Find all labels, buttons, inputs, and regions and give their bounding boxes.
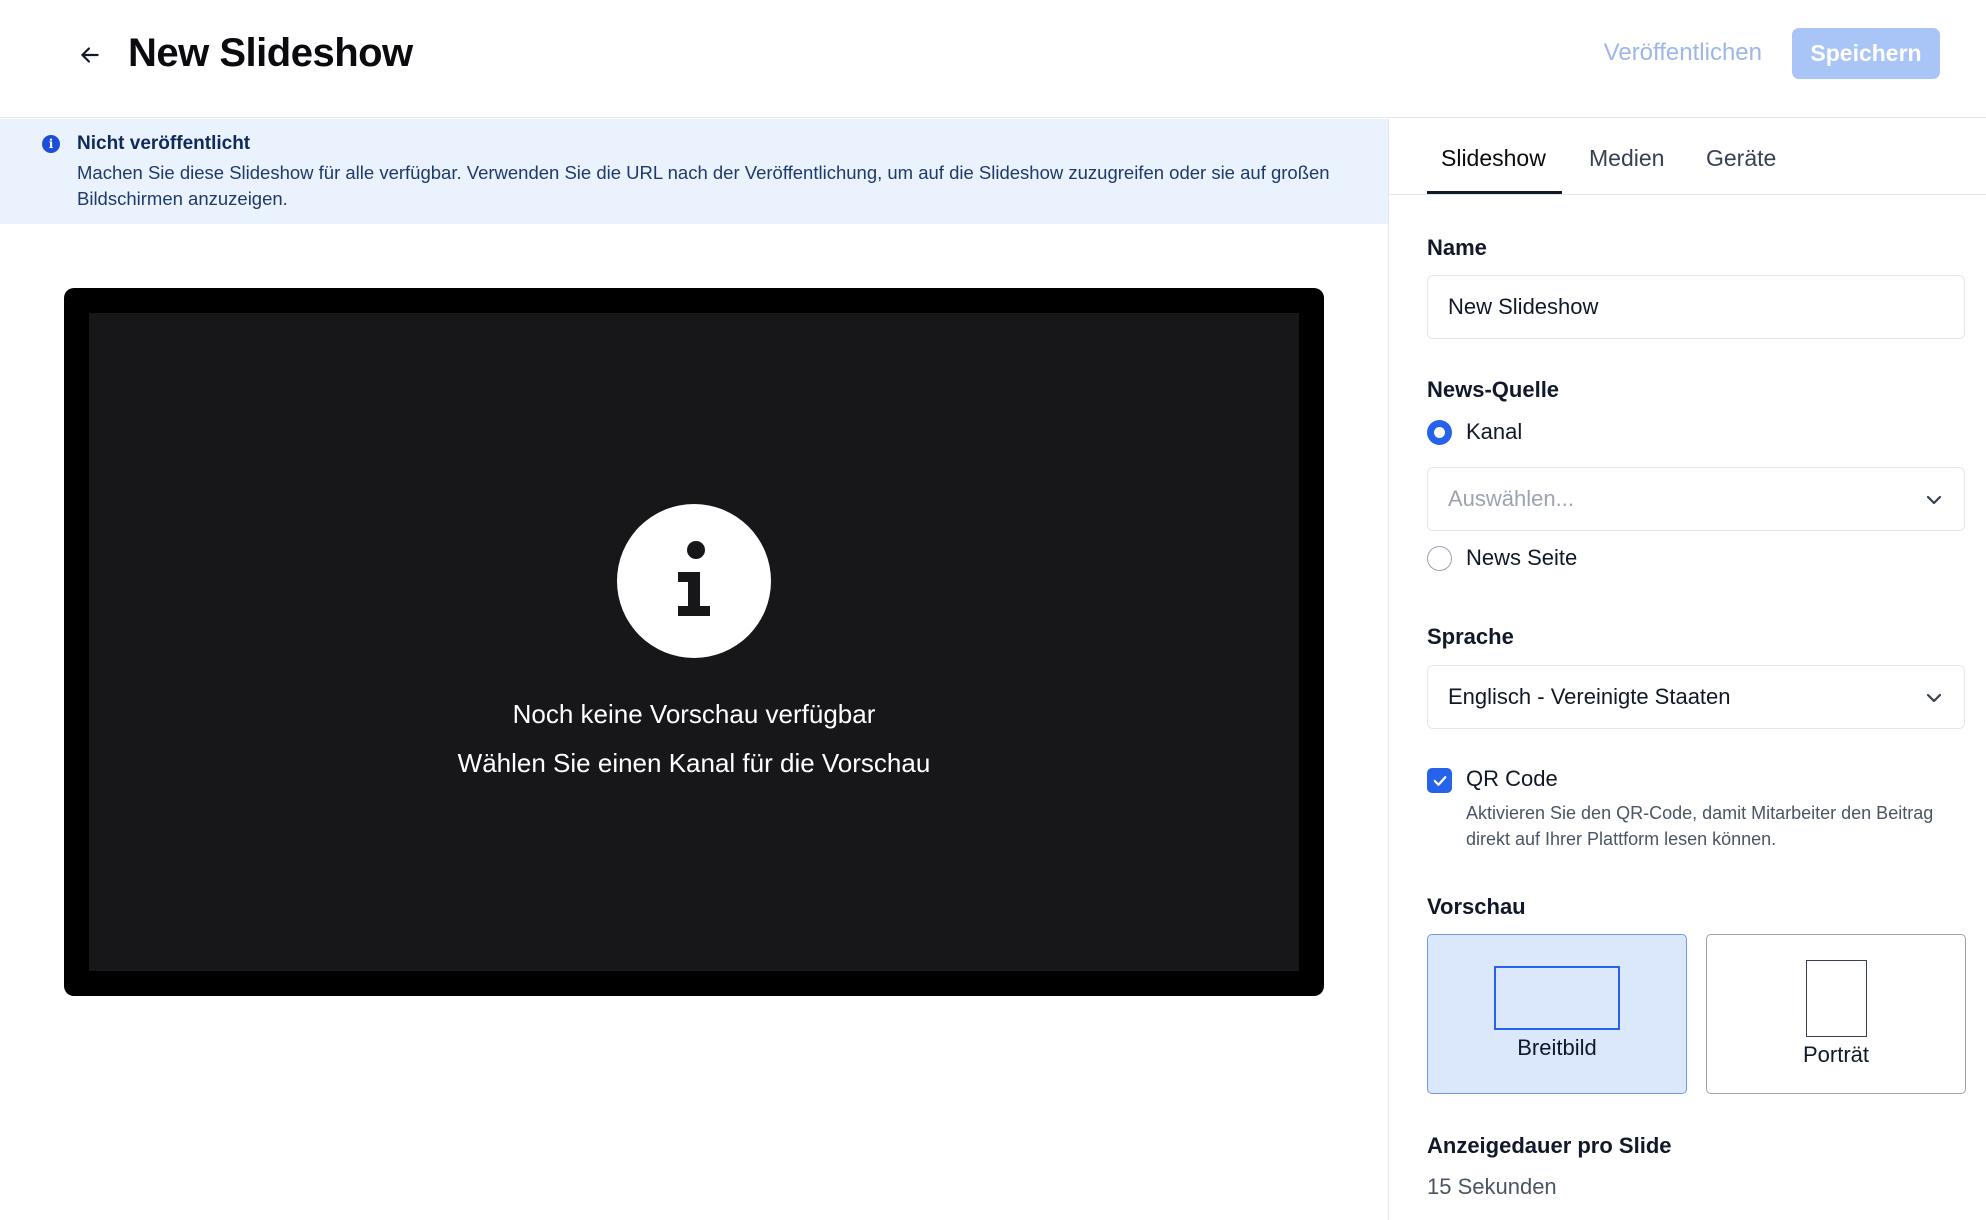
preview-info-icon	[617, 504, 771, 658]
top-bar: New Slideshow Veröffentlichen Speichern	[0, 0, 1986, 118]
preview-empty-hint: Wählen Sie einen Kanal für die Vorschau	[457, 748, 931, 778]
news-source-label: News-Quelle	[1427, 377, 1560, 402]
tab-slideshow[interactable]: Slideshow	[1441, 141, 1546, 175]
tab-devices[interactable]: Geräte	[1706, 141, 1776, 175]
unpublished-notice: i Nicht veröffentlicht Machen Sie diese …	[0, 119, 1388, 224]
arrow-left-icon	[81, 47, 99, 63]
notice-title: Nicht veröffentlicht	[77, 133, 251, 154]
slide-duration-label: Anzeigedauer pro Slide	[1427, 1133, 1672, 1158]
name-input[interactable]: New Slideshow	[1427, 275, 1965, 339]
publish-button[interactable]: Veröffentlichen	[1604, 36, 1762, 70]
radio-channel-label: Kanal	[1466, 419, 1523, 444]
qr-code-label: QR Code	[1466, 766, 1558, 791]
slide-duration-value[interactable]: 15 Sekunden	[1427, 1172, 1557, 1202]
preview-screen: Noch keine Vorschau verfügbar Wählen Sie…	[89, 313, 1299, 971]
main-content: i Nicht veröffentlicht Machen Sie diese …	[0, 119, 1388, 1220]
preview-empty-title: Noch keine Vorschau verfügbar	[512, 699, 876, 729]
chevron-down-icon	[1926, 495, 1942, 505]
radio-news-page[interactable]	[1427, 546, 1452, 571]
slideshow-preview: Noch keine Vorschau verfügbar Wählen Sie…	[64, 288, 1324, 996]
layout-portrait-option[interactable]: Porträt	[1706, 934, 1966, 1094]
layout-widescreen-option[interactable]: Breitbild	[1427, 934, 1687, 1094]
checkmark-icon	[1433, 775, 1446, 786]
widescreen-icon	[1494, 966, 1620, 1030]
active-tab-indicator	[1427, 191, 1562, 194]
layout-widescreen-label: Breitbild	[1517, 1035, 1597, 1060]
channel-select[interactable]: Auswählen...	[1427, 467, 1965, 531]
notice-body: Machen Sie diese Slideshow für alle verf…	[77, 162, 1330, 209]
name-label: Name	[1427, 235, 1487, 260]
tab-media[interactable]: Medien	[1589, 141, 1664, 175]
qr-code-checkbox[interactable]	[1427, 768, 1452, 793]
info-icon: i	[42, 135, 60, 153]
back-button[interactable]	[68, 33, 112, 77]
language-label: Sprache	[1427, 624, 1514, 649]
radio-news-page-label: News Seite	[1466, 545, 1578, 570]
page-title: New Slideshow	[128, 31, 413, 75]
preview-label: Vorschau	[1427, 894, 1526, 919]
qr-code-help: Aktivieren Sie den QR-Code, damit Mitarb…	[1466, 803, 1934, 849]
channel-select-placeholder: Auswählen...	[1448, 486, 1574, 511]
radio-channel[interactable]	[1427, 420, 1452, 445]
settings-panel: Slideshow Medien Geräte Name New Slidesh…	[1388, 119, 1986, 1220]
language-select-value: Englisch - Vereinigte Staaten	[1448, 684, 1731, 709]
portrait-icon	[1806, 960, 1867, 1037]
language-select[interactable]: Englisch - Vereinigte Staaten	[1427, 665, 1965, 729]
chevron-down-icon	[1926, 693, 1942, 703]
save-button[interactable]: Speichern	[1792, 28, 1940, 79]
info-glyph-icon	[678, 541, 710, 616]
layout-portrait-label: Porträt	[1802, 1042, 1870, 1067]
settings-tabs: Slideshow Medien Geräte	[1389, 119, 1986, 195]
